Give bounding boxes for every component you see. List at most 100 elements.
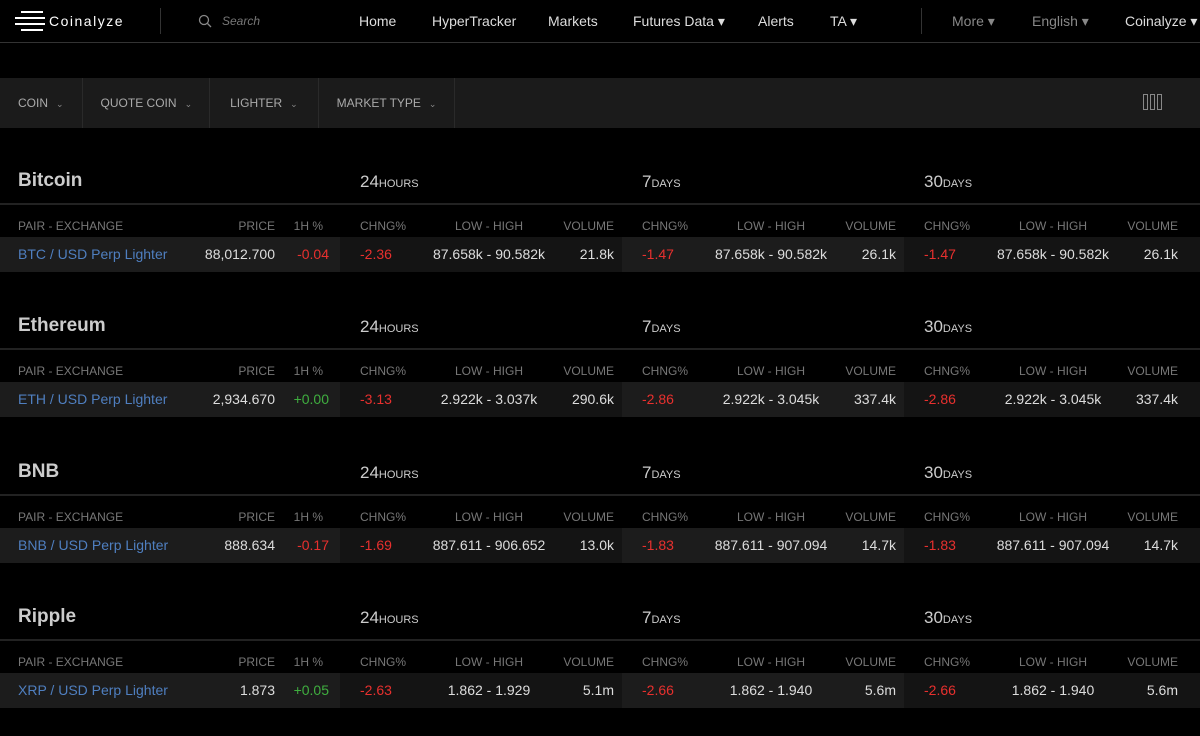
pair-link[interactable]: BNB / USD Perp Lighter xyxy=(18,528,168,563)
low-high: 87.658k - 90.582k xyxy=(714,246,828,262)
col-low-high[interactable]: LOW - HIGH xyxy=(429,359,549,383)
nav-alerts[interactable]: Alerts xyxy=(758,0,794,42)
col-volume[interactable]: VOLUME xyxy=(845,505,896,529)
col-low-high[interactable]: LOW - HIGH xyxy=(711,650,831,674)
divider xyxy=(921,8,922,34)
volume: 290.6k xyxy=(571,391,614,408)
col-pair[interactable]: PAIR - EXCHANGE xyxy=(18,650,123,674)
col-volume[interactable]: VOLUME xyxy=(845,214,896,238)
col-1h[interactable]: 1H % xyxy=(294,650,323,674)
col-chng[interactable]: CHNG% xyxy=(642,359,688,383)
col-price[interactable]: PRICE xyxy=(238,214,275,238)
low-high: 1.862 - 1.929 xyxy=(447,681,531,698)
nav-home[interactable]: Home xyxy=(359,0,396,42)
account-menu[interactable]: Coinalyze ▾ xyxy=(1125,0,1197,42)
col-low-high[interactable]: LOW - HIGH xyxy=(711,505,831,529)
col-price[interactable]: PRICE xyxy=(238,359,275,383)
col-chng[interactable]: CHNG% xyxy=(360,505,406,529)
pair-link[interactable]: XRP / USD Perp Lighter xyxy=(18,673,168,708)
col-volume[interactable]: VOLUME xyxy=(563,505,614,529)
col-volume[interactable]: VOLUME xyxy=(1127,505,1178,529)
col-1h[interactable]: 1H % xyxy=(294,505,323,529)
col-chng[interactable]: CHNG% xyxy=(642,505,688,529)
col-volume[interactable]: VOLUME xyxy=(1127,650,1178,674)
col-chng[interactable]: CHNG% xyxy=(924,359,970,383)
volume: 14.7k xyxy=(861,536,896,553)
col-1h[interactable]: 1H % xyxy=(294,359,323,383)
nav-ta[interactable]: TA ▾ xyxy=(830,0,857,42)
nav-hypertracker[interactable]: HyperTracker xyxy=(432,0,516,42)
table-row[interactable]: XRP / USD Perp Lighter 1.873 +0.05 -2.63 … xyxy=(0,672,1200,708)
col-price[interactable]: PRICE xyxy=(238,505,275,529)
col-chng[interactable]: CHNG% xyxy=(924,650,970,674)
table-header: PAIR - EXCHANGE PRICE 1H % CHNG% LOW - HI… xyxy=(0,359,1200,383)
logo[interactable]: Coinalyze xyxy=(15,0,124,42)
columns-icon[interactable] xyxy=(1143,94,1162,110)
col-chng[interactable]: CHNG% xyxy=(924,505,970,529)
volume: 14.7k xyxy=(1143,536,1178,553)
change-pct: -1.83 xyxy=(642,536,674,553)
period-label: 30DAYS xyxy=(924,607,973,627)
table-row[interactable]: BTC / USD Perp Lighter 88,012.700 -0.04 -… xyxy=(0,237,1200,272)
col-pair[interactable]: PAIR - EXCHANGE xyxy=(18,214,123,238)
nav-futures-data[interactable]: Futures Data ▾ xyxy=(633,0,725,42)
change-1h: -0.04 xyxy=(297,246,329,262)
price: 2,934.670 xyxy=(212,391,275,408)
col-chng[interactable]: CHNG% xyxy=(642,650,688,674)
market-section: BNB 24HOURS 7DAYS 30DAYS PAIR - EXCHANGE PR… xyxy=(0,451,1200,591)
col-chng[interactable]: CHNG% xyxy=(924,214,970,238)
period-label: 7DAYS xyxy=(642,607,681,627)
table-row[interactable]: BNB / USD Perp Lighter 888.634 -0.17 -1.6… xyxy=(0,527,1200,563)
change-pct: -2.66 xyxy=(642,681,674,698)
col-chng[interactable]: CHNG% xyxy=(360,359,406,383)
col-volume[interactable]: VOLUME xyxy=(563,650,614,674)
filter-market-type[interactable]: MARKET TYPE ⌄ xyxy=(319,78,456,128)
price: 888.634 xyxy=(224,536,275,553)
price: 88,012.700 xyxy=(204,246,275,262)
col-low-high[interactable]: LOW - HIGH xyxy=(711,214,831,238)
col-volume[interactable]: VOLUME xyxy=(563,359,614,383)
pair-link[interactable]: ETH / USD Perp Lighter xyxy=(18,382,167,417)
col-price[interactable]: PRICE xyxy=(238,650,275,674)
table-header: PAIR - EXCHANGE PRICE 1H % CHNG% LOW - HI… xyxy=(0,650,1200,674)
language-select[interactable]: English ▾ xyxy=(1032,0,1089,42)
filter-bar: COIN ⌄ QUOTE COIN ⌄ LIGHTER ⌄ MARKET TYPE ⌄ xyxy=(0,78,1200,128)
col-chng[interactable]: CHNG% xyxy=(642,214,688,238)
col-volume[interactable]: VOLUME xyxy=(845,359,896,383)
col-1h[interactable]: 1H % xyxy=(294,214,323,238)
low-high: 1.862 - 1.940 xyxy=(1011,681,1095,698)
col-low-high[interactable]: LOW - HIGH xyxy=(429,214,549,238)
col-volume[interactable]: VOLUME xyxy=(845,650,896,674)
col-volume[interactable]: VOLUME xyxy=(1127,359,1178,383)
coin-title: Ripple xyxy=(18,605,77,627)
col-low-high[interactable]: LOW - HIGH xyxy=(429,505,549,529)
col-pair[interactable]: PAIR - EXCHANGE xyxy=(18,505,123,529)
volume: 337.4k xyxy=(1135,391,1178,408)
change-pct: -1.69 xyxy=(360,536,392,553)
table-row[interactable]: ETH / USD Perp Lighter 2,934.670 +0.00 -3… xyxy=(0,382,1200,418)
menu-icon[interactable] xyxy=(15,11,45,31)
col-chng[interactable]: CHNG% xyxy=(360,650,406,674)
period-label: 24HOURS xyxy=(360,172,419,191)
period-label: 7DAYS xyxy=(642,317,681,337)
col-low-high[interactable]: LOW - HIGH xyxy=(993,650,1113,674)
low-high: 87.658k - 90.582k xyxy=(432,246,546,262)
col-chng[interactable]: CHNG% xyxy=(360,214,406,238)
search-input[interactable]: Search xyxy=(198,0,260,42)
col-volume[interactable]: VOLUME xyxy=(1127,214,1178,238)
col-volume[interactable]: VOLUME xyxy=(563,214,614,238)
col-low-high[interactable]: LOW - HIGH xyxy=(711,359,831,383)
nav-markets[interactable]: Markets xyxy=(548,0,598,42)
filter-lighter[interactable]: LIGHTER ⌄ xyxy=(210,78,319,128)
col-low-high[interactable]: LOW - HIGH xyxy=(429,650,549,674)
table-header: PAIR - EXCHANGE PRICE 1H % CHNG% LOW - HI… xyxy=(0,505,1200,529)
col-low-high[interactable]: LOW - HIGH xyxy=(993,359,1113,383)
pair-link[interactable]: BTC / USD Perp Lighter xyxy=(18,237,167,272)
col-low-high[interactable]: LOW - HIGH xyxy=(993,214,1113,238)
col-pair[interactable]: PAIR - EXCHANGE xyxy=(18,359,123,383)
col-low-high[interactable]: LOW - HIGH xyxy=(993,505,1113,529)
market-section: Bitcoin 24HOURS 7DAYS 30DAYS PAIR - EXCHANG… xyxy=(0,160,1200,300)
filter-quote-coin[interactable]: QUOTE COIN ⌄ xyxy=(0,78,211,128)
coin-title: Bitcoin xyxy=(18,170,83,191)
nav-more[interactable]: More ▾ xyxy=(952,0,995,42)
